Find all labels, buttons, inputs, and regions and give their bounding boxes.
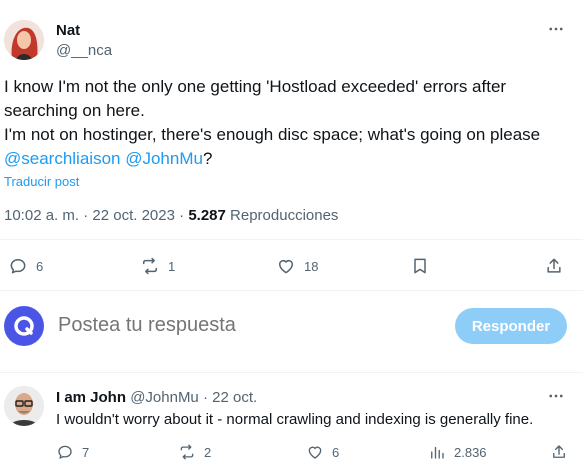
bookmark-button[interactable]: [410, 256, 430, 276]
divider: [0, 372, 583, 373]
reply-text: I wouldn't worry about it - normal crawl…: [56, 411, 534, 428]
repost-icon: [143, 257, 157, 275]
reply-icon: [10, 259, 26, 274]
repost-count: 1: [168, 258, 176, 274]
more-icon[interactable]: [545, 385, 567, 407]
author-avatar[interactable]: [4, 20, 44, 60]
reply-like-button[interactable]: 6: [306, 443, 339, 461]
tweet-meta: 10:02 a. m. · 22 oct. 2023 · 5.287 Repro…: [4, 207, 338, 224]
share-button[interactable]: [544, 256, 564, 276]
like-button[interactable]: 18: [276, 256, 318, 276]
bookmark-icon: [414, 258, 426, 274]
author-handle[interactable]: @__nca: [56, 42, 112, 59]
tweet-text-line: searching on here.: [4, 101, 145, 120]
author-name[interactable]: Nat: [56, 22, 80, 39]
tweet-text-line: I'm not on hostinger, there's enough dis…: [4, 125, 541, 144]
tweet-time[interactable]: 10:02 a. m.: [4, 207, 79, 224]
like-count: 18: [304, 258, 319, 274]
reply-icon: [58, 445, 72, 459]
mention-link[interactable]: @searchliaison: [4, 149, 120, 168]
share-icon: [547, 258, 561, 273]
divider: [0, 290, 583, 291]
more-icon[interactable]: [545, 18, 567, 40]
reply-like-count: 6: [332, 444, 340, 460]
views-label: Reproducciones: [230, 207, 339, 224]
repost-button[interactable]: 1: [140, 256, 175, 276]
reply-repost-button[interactable]: 2: [178, 443, 211, 461]
reply-reply-button[interactable]: 7: [56, 443, 89, 461]
meta-separator: ·: [79, 207, 93, 224]
reply-button[interactable]: 6: [8, 256, 43, 276]
translate-link[interactable]: Traducir post: [4, 174, 79, 189]
meta-separator: ·: [174, 207, 189, 224]
reply-author-name[interactable]: I am John: [56, 389, 126, 406]
like-icon: [308, 446, 322, 459]
composer-avatar: [4, 306, 44, 346]
reply-share-button[interactable]: [550, 443, 568, 461]
divider: [0, 239, 583, 240]
meta-separator: ·: [198, 389, 213, 406]
like-icon: [279, 260, 293, 274]
reply-count: 6: [36, 258, 44, 274]
reply-input[interactable]: [58, 314, 438, 337]
reply-repost-count: 2: [204, 444, 212, 460]
tweet-text: I know I'm not the only one getting 'Hos…: [4, 75, 574, 171]
views-icon: [431, 446, 444, 459]
tweet-text-line: I know I'm not the only one getting 'Hos…: [4, 77, 507, 96]
share-icon: [553, 445, 565, 458]
reply-author-handle[interactable]: @JohnMu: [130, 389, 199, 406]
reply-header: I am John @JohnMu · 22 oct.: [56, 389, 257, 406]
reply-submit-button[interactable]: Responder: [455, 308, 567, 344]
reply-date[interactable]: 22 oct.: [212, 389, 257, 406]
reply-reply-count: 7: [82, 444, 90, 460]
tweet-text-line: @searchliaison @JohnMu?: [4, 147, 574, 171]
reply-views-button[interactable]: 2.836: [428, 443, 487, 461]
reply-author-avatar[interactable]: [4, 386, 44, 426]
repost-icon: [180, 444, 194, 460]
tweet-text-end: ?: [202, 149, 213, 168]
views-count: 5.287: [188, 207, 226, 224]
mention-link[interactable]: @JohnMu: [125, 149, 203, 168]
reply-views-count: 2.836: [454, 444, 487, 460]
tweet-date[interactable]: 22 oct. 2023: [92, 207, 175, 224]
